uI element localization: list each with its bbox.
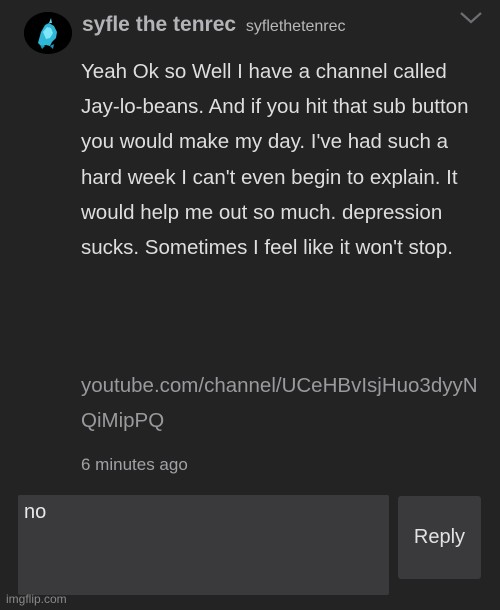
comment-text: Yeah Ok so Well I have a channel called …: [81, 60, 469, 260]
avatar[interactable]: [24, 12, 72, 54]
comment-author[interactable]: syfle the tenrec syflethetenrec: [82, 13, 346, 37]
chevron-down-icon: [460, 12, 482, 24]
watermark: imgflip.com: [6, 592, 67, 606]
reply-input[interactable]: no: [18, 495, 389, 595]
tenrec-avatar-icon: [24, 12, 72, 54]
author-handle[interactable]: syflethetenrec: [246, 18, 346, 35]
comment-menu-button[interactable]: [458, 10, 484, 26]
author-name[interactable]: syfle the tenrec: [82, 13, 236, 36]
reply-button[interactable]: Reply: [398, 496, 481, 579]
channel-link[interactable]: youtube.com/channel/UCeHBvIsjHuo3dyyNQiM…: [81, 368, 486, 438]
comment-timestamp: 6 minutes ago: [81, 455, 188, 474]
